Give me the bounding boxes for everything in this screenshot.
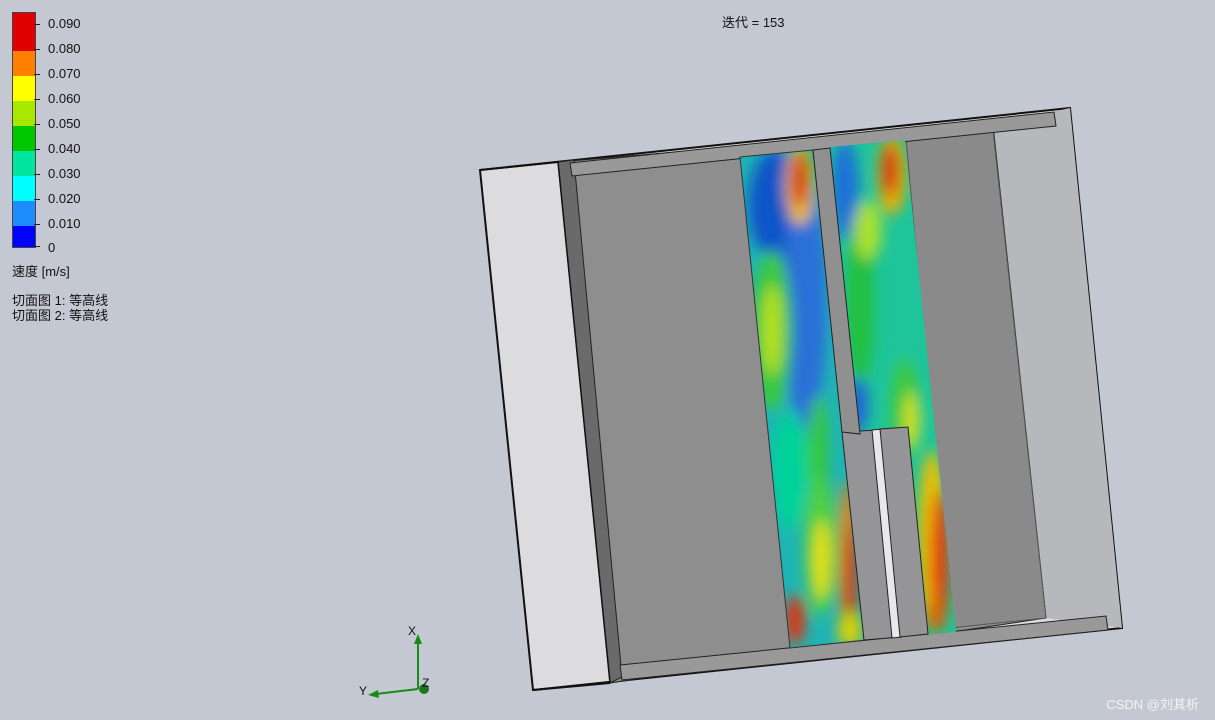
orientation-triad[interactable]: X Y Z [352, 616, 442, 706]
model-viewport[interactable] [0, 0, 1215, 720]
watermark: CSDN @刘其析 [1106, 697, 1199, 712]
triad-y-label: Y [359, 684, 368, 698]
triad-x-label: X [408, 624, 417, 638]
triad-z-label: Z [422, 676, 430, 690]
